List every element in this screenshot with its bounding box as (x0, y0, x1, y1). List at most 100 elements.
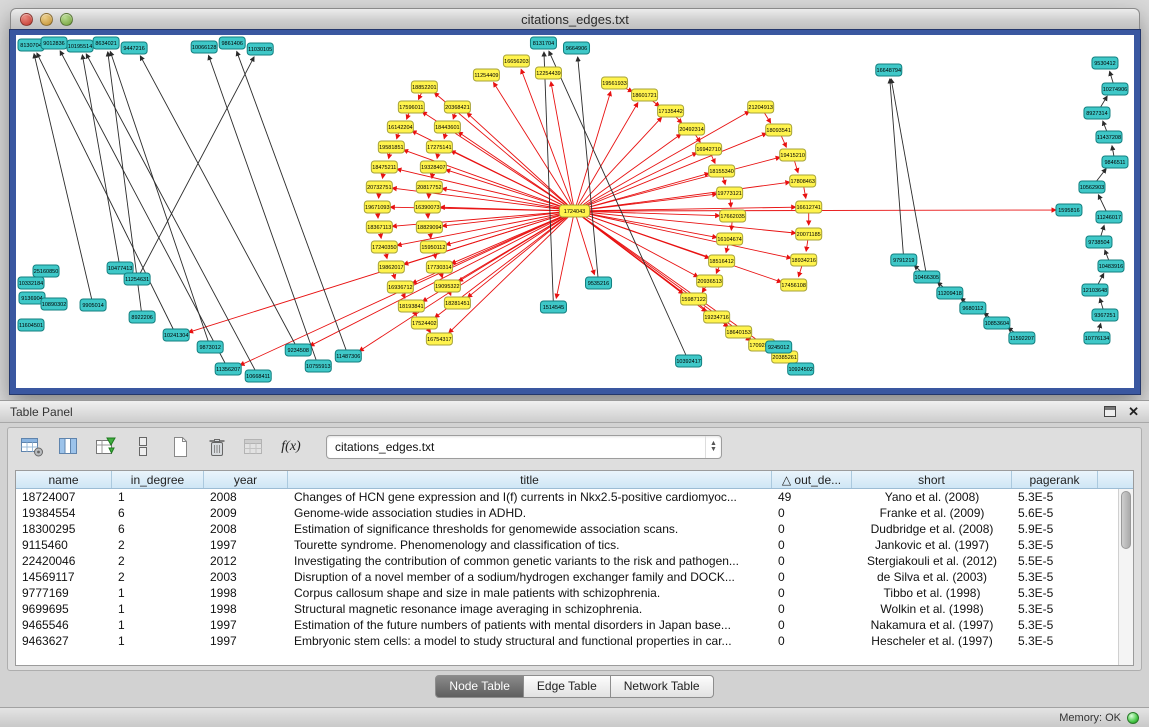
graph-node[interactable]: 10562903 (1079, 181, 1105, 193)
graph-node[interactable]: 18852201 (411, 81, 437, 93)
table-row[interactable]: 969969511998Structural magnetic resonanc… (16, 601, 1133, 617)
graph-node[interactable]: 10066128 (191, 41, 217, 53)
graph-node[interactable]: 10483916 (1098, 260, 1124, 272)
column-header-year[interactable]: year (204, 471, 288, 488)
import-table-icon[interactable] (92, 434, 120, 460)
zoom-button[interactable] (60, 13, 73, 26)
citation-edge-red[interactable] (451, 211, 574, 264)
graph-node[interactable]: 16936712 (387, 281, 413, 293)
citation-edge-black[interactable] (137, 57, 254, 279)
graph-node[interactable]: 9861406 (219, 37, 245, 49)
graph-node[interactable]: 18934216 (791, 254, 817, 266)
citation-edge-red[interactable] (449, 211, 575, 333)
close-panel-icon[interactable]: ✕ (1128, 405, 1139, 418)
graph-node[interactable]: 11356207 (215, 363, 241, 375)
graph-node[interactable]: 21204913 (748, 101, 774, 113)
graph-node[interactable]: 18155340 (709, 165, 735, 177)
graph-node[interactable]: 9530412 (1092, 57, 1118, 69)
column-header-name[interactable]: name (16, 471, 112, 488)
graph-node[interactable]: 16142204 (387, 121, 413, 133)
graph-node[interactable]: 17275141 (426, 141, 452, 153)
column-header-pagerank[interactable]: pagerank (1012, 471, 1098, 488)
graph-node[interactable]: 9447216 (121, 42, 147, 54)
column-header-out_degree[interactable]: △ out_de... (772, 471, 852, 488)
graph-node[interactable]: 12254439 (535, 67, 561, 79)
graph-node[interactable]: 17808463 (790, 175, 816, 187)
tab-edge-table[interactable]: Edge Table (524, 675, 611, 698)
graph-node[interactable]: 10755913 (305, 360, 331, 372)
table-row[interactable]: 2242004622012Investigating the contribut… (16, 553, 1133, 569)
table-row[interactable]: 946362711997Embryonic stem cells: a mode… (16, 633, 1133, 649)
graph-node[interactable]: 9846511 (1102, 156, 1128, 168)
graph-node[interactable]: 9012836 (41, 37, 67, 49)
graph-node[interactable]: 18516412 (709, 255, 735, 267)
delete-column-icon[interactable] (203, 434, 231, 460)
graph-node[interactable]: 9245012 (766, 341, 792, 353)
graph-node[interactable]: 20732751 (366, 181, 392, 193)
citation-edge-black[interactable] (82, 55, 120, 268)
graph-node[interactable]: 16648794 (876, 64, 902, 76)
table-row[interactable]: 946554611997Estimation of the future num… (16, 617, 1133, 633)
graph-node[interactable]: 18281451 (444, 297, 470, 309)
graph-node[interactable]: 20368421 (444, 101, 470, 113)
graph-node[interactable]: 11209418 (937, 287, 963, 299)
graph-node[interactable]: 1724043 (559, 205, 589, 217)
graph-node[interactable]: 9905014 (80, 299, 106, 311)
citation-edge-black[interactable] (209, 55, 319, 366)
graph-node[interactable]: 17135442 (658, 105, 684, 117)
graph-node[interactable]: 12103648 (1082, 284, 1108, 296)
citation-edge-red[interactable] (467, 113, 574, 211)
graph-node[interactable]: 19581851 (378, 141, 404, 153)
graph-node[interactable]: 8130704 (18, 39, 44, 51)
graph-node[interactable]: 9791219 (891, 254, 917, 266)
graph-node[interactable]: 17456108 (781, 279, 807, 291)
graph-node[interactable]: 10195514 (67, 40, 93, 52)
graph-node[interactable]: 20936513 (697, 275, 723, 287)
graph-node[interactable]: 18829094 (416, 221, 442, 233)
graph-node[interactable]: 16656203 (503, 55, 529, 67)
citation-edge-red[interactable] (574, 103, 637, 211)
select-columns-icon[interactable] (55, 434, 83, 460)
citation-edge-black[interactable] (891, 79, 927, 277)
citation-edge-red[interactable] (459, 211, 575, 281)
graph-node[interactable]: 17662035 (720, 210, 746, 222)
graph-node[interactable]: 1595816 (1056, 204, 1082, 216)
citation-edge-red[interactable] (574, 182, 789, 211)
graph-node[interactable]: 20071185 (796, 228, 822, 240)
graph-node[interactable]: 9234508 (285, 344, 311, 356)
graph-node[interactable]: 19234716 (704, 311, 730, 323)
graph-node[interactable]: 10241304 (163, 329, 189, 341)
citation-edge-black[interactable] (578, 57, 599, 283)
table-row[interactable]: 1456911722003Disruption of a novel membe… (16, 569, 1133, 585)
graph-node[interactable]: 10853604 (984, 317, 1010, 329)
graph-node[interactable]: 17524402 (411, 317, 437, 329)
graph-node[interactable]: 8634021 (93, 37, 119, 49)
graph-node[interactable]: 10274906 (1102, 83, 1128, 95)
graph-node[interactable]: 9680112 (960, 302, 986, 314)
graph-node[interactable]: 11487306 (335, 350, 361, 362)
function-builder-icon[interactable]: f(x) (277, 434, 305, 460)
graph-node[interactable]: 19328407 (420, 161, 446, 173)
graph-node[interactable]: 1514545 (540, 301, 566, 313)
graph-node[interactable]: 19862017 (378, 261, 404, 273)
citation-edge-black[interactable] (37, 53, 176, 335)
graph-node[interactable]: 15987122 (681, 293, 707, 305)
column-header-title[interactable]: title (288, 471, 772, 488)
graph-node[interactable]: 10477413 (107, 262, 133, 274)
graph-node[interactable]: 11254409 (473, 69, 499, 81)
graph-node[interactable]: 19415210 (780, 149, 806, 161)
graph-node[interactable]: 16754317 (426, 333, 452, 345)
citation-edge-black[interactable] (237, 51, 349, 356)
graph-node[interactable]: 16104674 (717, 233, 743, 245)
graph-node[interactable]: 11437208 (1096, 131, 1122, 143)
graph-node[interactable]: 9738504 (1086, 236, 1112, 248)
table-row[interactable]: 911546021997Tourette syndrome. Phenomeno… (16, 537, 1133, 553)
graph-node[interactable]: 9664906 (563, 42, 589, 54)
graph-node[interactable]: 20817752 (416, 181, 442, 193)
graph-node[interactable]: 18367113 (366, 221, 392, 233)
tab-node-table[interactable]: Node Table (435, 675, 524, 698)
graph-node[interactable]: 10668411 (245, 370, 271, 382)
graph-node[interactable]: 20492314 (679, 123, 705, 135)
vertical-scrollbar[interactable] (1118, 489, 1133, 665)
graph-node[interactable]: 17240350 (371, 241, 397, 253)
